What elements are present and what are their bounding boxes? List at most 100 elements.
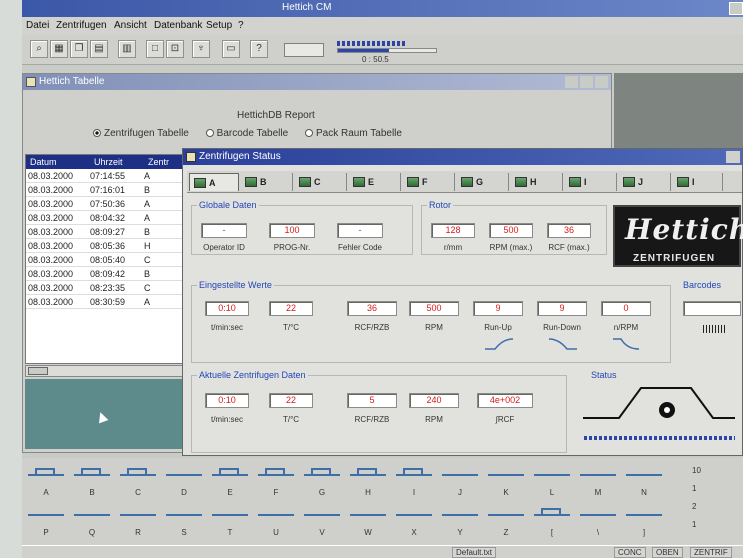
centrifuge-slot[interactable] (440, 504, 480, 526)
status-cell-zentrif: ZENTRIF (690, 547, 732, 558)
grid-header: Datum Uhrzeit Zentr (26, 155, 194, 169)
window-icon[interactable]: □ (146, 40, 164, 58)
centrifuge-slot[interactable] (624, 464, 664, 486)
key-icon[interactable]: ♆ (192, 40, 210, 58)
run-up-icon (485, 338, 514, 350)
set-rpm-field: 500 (409, 301, 459, 316)
table-icon[interactable]: ▥ (118, 40, 136, 58)
empty-pane (25, 379, 195, 449)
menu-datenbank[interactable]: Datenbank (154, 20, 202, 31)
program-number-field: 100 (269, 223, 315, 238)
menu-datei[interactable]: Datei (26, 20, 49, 31)
centrifuge-slot[interactable] (302, 464, 342, 486)
grid-icon[interactable]: ▦ (50, 40, 68, 58)
tab-label: B (260, 177, 267, 187)
centrifuge-slot[interactable] (394, 504, 434, 526)
option-zentrifugen[interactable]: Zentrifugen Tabelle (93, 128, 189, 139)
centrifuge-slot[interactable] (256, 464, 296, 486)
table-row[interactable]: 08.03.2000 08:05:40 C (26, 253, 194, 267)
n-rpm-caption: n/RPM (613, 323, 639, 332)
menu-setup[interactable]: Setup (206, 20, 232, 31)
scrollbar-thumb[interactable] (28, 367, 48, 375)
column-header-zentr[interactable]: Zentr (148, 157, 169, 167)
table-row[interactable]: 08.03.2000 08:04:32 A (26, 211, 194, 225)
tab-i-2[interactable]: I (673, 173, 723, 191)
horizontal-scrollbar[interactable] (25, 365, 195, 377)
cell-time: 08:30:59 (90, 297, 126, 307)
copy-icon[interactable]: ❐ (70, 40, 88, 58)
centrifuge-slot[interactable] (72, 504, 112, 526)
centrifuge-slot[interactable] (210, 464, 250, 486)
centrifuge-slot[interactable] (532, 504, 572, 526)
tab-b[interactable]: B (241, 173, 293, 191)
chair-icon[interactable]: ⊡ (166, 40, 184, 58)
cell-date: 08.03.2000 (28, 213, 74, 223)
table-row[interactable]: 08.03.2000 08:30:59 A (26, 295, 194, 309)
centrifuge-slot[interactable] (26, 504, 66, 526)
centrifuge-slot[interactable] (72, 464, 112, 486)
centrifuge-slot[interactable] (394, 464, 434, 486)
menu-help[interactable]: ? (238, 20, 244, 31)
close-button[interactable] (729, 2, 743, 15)
tab-f[interactable]: F (403, 173, 455, 191)
run-down-caption: Run-Down (543, 323, 581, 332)
display-icon[interactable]: ▭ (222, 40, 240, 58)
speed-slider[interactable] (284, 43, 324, 57)
search-icon[interactable]: ⌕ (30, 40, 48, 58)
centrifuge-slot[interactable] (164, 464, 204, 486)
program-number-caption: PROG-Nr. (273, 243, 311, 252)
table-row[interactable]: 08.03.2000 08:09:42 B (26, 267, 194, 281)
centrifuge-slot[interactable] (348, 464, 388, 486)
radio-selected-icon[interactable] (93, 129, 101, 137)
centrifuge-slot[interactable] (118, 464, 158, 486)
minimize-button[interactable] (726, 151, 740, 163)
cell-date: 08.03.2000 (28, 227, 74, 237)
help-icon[interactable]: ? (250, 40, 268, 58)
current-data-group (191, 375, 567, 453)
centrifuge-slot[interactable] (486, 464, 526, 486)
column-header-datum[interactable]: Datum (30, 157, 57, 167)
centrifuge-slot[interactable] (164, 504, 204, 526)
centrifuge-slot[interactable] (210, 504, 250, 526)
tab-label: H (530, 177, 537, 187)
centrifuge-slot[interactable] (302, 504, 342, 526)
active-run-icon (403, 468, 423, 476)
centrifuge-slot[interactable] (624, 504, 664, 526)
centrifuge-slot[interactable] (486, 504, 526, 526)
centrifuge-slot[interactable] (26, 464, 66, 486)
tab-h[interactable]: H (511, 173, 563, 191)
radio-icon[interactable] (304, 129, 313, 137)
centrifuge-slot[interactable] (578, 504, 618, 526)
window-controls[interactable] (565, 76, 609, 88)
tab-c[interactable]: C (295, 173, 347, 191)
option-packraum[interactable]: Pack Raum Tabelle (304, 128, 402, 139)
progress-bar (337, 48, 437, 53)
table-row[interactable]: 08.03.2000 07:16:01 B (26, 183, 194, 197)
centrifuge-icon (461, 177, 473, 187)
table-row[interactable]: 08.03.2000 08:09:27 B (26, 225, 194, 239)
centrifuge-slot[interactable] (118, 504, 158, 526)
radio-icon[interactable] (205, 129, 214, 137)
centrifuge-slot[interactable] (348, 504, 388, 526)
centrifuge-slot[interactable] (578, 464, 618, 486)
tab-i[interactable]: I (565, 173, 617, 191)
tab-a[interactable]: A (189, 173, 239, 191)
chart-icon[interactable]: ▤ (90, 40, 108, 58)
table-row[interactable]: 08.03.2000 07:50:36 A (26, 197, 194, 211)
tab-g[interactable]: G (457, 173, 509, 191)
option-barcode[interactable]: Barcode Tabelle (205, 128, 288, 139)
status-file: Default.txt (452, 547, 497, 558)
centrifuge-slot[interactable] (440, 464, 480, 486)
table-row[interactable]: 08.03.2000 07:14:55 A (26, 169, 194, 183)
centrifuge-slot[interactable] (256, 504, 296, 526)
window-title: Hettich CM (282, 2, 332, 13)
menu-zentrifugen[interactable]: Zentrifugen (56, 20, 107, 31)
centrifuge-slot[interactable] (532, 464, 572, 486)
column-header-uhrzeit[interactable]: Uhrzeit (94, 157, 123, 167)
table-row[interactable]: 08.03.2000 08:23:35 C (26, 281, 194, 295)
tab-j[interactable]: J (619, 173, 671, 191)
tab-e[interactable]: E (349, 173, 401, 191)
centrifuge-slot-label: [ (550, 528, 554, 537)
table-row[interactable]: 08.03.2000 08:05:36 H (26, 239, 194, 253)
menu-ansicht[interactable]: Ansicht (114, 20, 147, 31)
